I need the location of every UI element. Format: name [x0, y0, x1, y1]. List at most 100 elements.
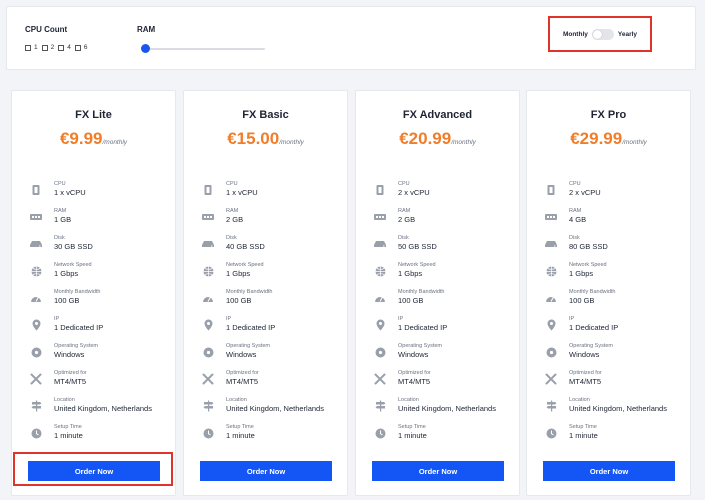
order-now-button[interactable]: Order Now	[372, 461, 504, 481]
spec-row: Optimized for MT4/MT5	[30, 370, 167, 397]
spec-value: United Kingdom, Netherlands	[398, 404, 496, 413]
location-pin-icon	[202, 319, 214, 331]
spec-value: 30 GB SSD	[54, 242, 93, 251]
spec-row: Monthly Bandwidth 100 GB	[374, 289, 511, 316]
clock-icon	[545, 427, 557, 439]
spec-label: Operating System	[398, 343, 443, 349]
spec-value: 1 Dedicated IP	[398, 323, 448, 332]
spec-label: Disk	[226, 235, 237, 241]
plan-period: /monthly	[102, 139, 128, 146]
billing-toggle-group: Monthly Yearly	[548, 16, 652, 52]
globe-icon	[374, 265, 386, 277]
spec-value: MT4/MT5	[398, 377, 431, 386]
ram-icon	[545, 211, 557, 223]
spec-row: Monthly Bandwidth 100 GB	[545, 289, 682, 316]
spec-label: Location	[54, 397, 75, 403]
cpu-option-6[interactable]: 6	[74, 44, 88, 51]
signpost-icon	[374, 400, 386, 412]
cpu-checkbox[interactable]	[41, 44, 48, 51]
spec-value: 2 x vCPU	[569, 188, 601, 197]
gauge-icon	[202, 292, 214, 304]
location-pin-icon	[545, 319, 557, 331]
disc-icon	[545, 346, 557, 358]
globe-icon	[545, 265, 557, 277]
spec-value: 2 GB	[398, 215, 416, 224]
spec-value: 1 Dedicated IP	[226, 323, 276, 332]
spec-value: 2 x vCPU	[398, 188, 430, 197]
spec-row: Setup Time 1 minute	[30, 424, 167, 451]
plan-specs: CPU 1 x vCPU RAM 2 GB Disk 40 GB SSD Network S…	[202, 181, 339, 451]
disc-icon	[202, 346, 214, 358]
spec-row: Setup Time 1 minute	[202, 424, 339, 451]
spec-row: Setup Time 1 minute	[545, 424, 682, 451]
cpu-option-2[interactable]: 2	[41, 44, 54, 51]
cpu-option-1[interactable]: 1	[25, 44, 38, 51]
location-pin-icon	[30, 319, 42, 331]
ram-slider-track[interactable]	[145, 48, 265, 50]
spec-row: IP 1 Dedicated IP	[30, 316, 167, 343]
tools-icon	[374, 373, 386, 385]
spec-label: CPU	[398, 181, 410, 187]
plan-price: €20.99	[399, 129, 452, 148]
spec-row: Network Speed 1 Gbps	[545, 262, 682, 289]
tools-icon	[30, 373, 42, 385]
billing-yearly-label[interactable]: Yearly	[618, 31, 637, 38]
plan-period: /monthly	[622, 139, 647, 146]
spec-label: Monthly Bandwidth	[569, 289, 616, 295]
spec-value: 2 GB	[226, 215, 244, 224]
spec-row: Monthly Bandwidth 100 GB	[202, 289, 339, 316]
spec-label: Monthly Bandwidth	[54, 289, 101, 295]
plan-title: FX Advanced	[402, 109, 473, 121]
spec-row: Disk 80 GB SSD	[545, 235, 682, 262]
order-now-button[interactable]: Order Now	[543, 461, 675, 481]
cpu-checkbox[interactable]	[58, 44, 65, 51]
plan-card-fx-advanced: FX Advanced €20.99/monthly CPU 2 x vCPU RAM 2…	[355, 90, 520, 496]
spec-row: RAM 2 GB	[202, 208, 339, 235]
clock-icon	[30, 427, 42, 439]
spec-value: 100 GB	[54, 296, 80, 305]
order-now-button[interactable]: Order Now	[200, 461, 332, 481]
cpu-option-4[interactable]: 4	[58, 44, 71, 51]
spec-label: RAM	[226, 208, 239, 214]
spec-value: 1 Gbps	[226, 269, 251, 278]
spec-row: Location United Kingdom, Netherlands	[202, 397, 339, 424]
ram-label: RAM	[137, 25, 156, 34]
spec-row: RAM 4 GB	[545, 208, 682, 235]
spec-row: Location United Kingdom, Netherlands	[30, 397, 167, 424]
spec-row: Disk 30 GB SSD	[30, 235, 167, 262]
cpu-icon	[30, 184, 42, 196]
tools-icon	[545, 373, 557, 385]
billing-period-toggle[interactable]	[591, 28, 614, 40]
billing-monthly-label[interactable]: Monthly	[563, 31, 588, 38]
spec-label: Optimized for	[398, 370, 431, 376]
spec-row: RAM 2 GB	[374, 208, 511, 235]
spec-row: CPU 2 x vCPU	[374, 181, 511, 208]
spec-label: CPU	[226, 181, 238, 187]
ram-icon	[374, 211, 386, 223]
cpu-checkbox[interactable]	[74, 44, 81, 51]
clock-icon	[374, 427, 386, 439]
gauge-icon	[545, 292, 557, 304]
spec-label: Monthly Bandwidth	[398, 289, 445, 295]
ram-slider-handle[interactable]	[141, 44, 150, 53]
spec-label: CPU	[569, 181, 581, 187]
spec-value: United Kingdom, Netherlands	[54, 404, 152, 413]
spec-value: MT4/MT5	[569, 377, 602, 386]
spec-row: Location United Kingdom, Netherlands	[374, 397, 511, 424]
tools-icon	[202, 373, 214, 385]
spec-label: RAM	[54, 208, 67, 214]
clock-icon	[202, 427, 214, 439]
cpu-checkbox[interactable]	[25, 44, 31, 51]
spec-row: Disk 50 GB SSD	[374, 235, 511, 262]
gauge-icon	[30, 292, 42, 304]
spec-label: Operating System	[54, 343, 99, 349]
spec-row: IP 1 Dedicated IP	[374, 316, 511, 343]
spec-value: Windows	[398, 350, 429, 359]
spec-label: Location	[569, 397, 590, 403]
spec-value: 100 GB	[569, 296, 595, 305]
gauge-icon	[374, 292, 386, 304]
spec-row: Location United Kingdom, Netherlands	[545, 397, 682, 424]
spec-value: 1 Dedicated IP	[54, 323, 104, 332]
plan-period: /monthly	[451, 139, 476, 146]
plan-price: €29.99	[570, 129, 623, 148]
